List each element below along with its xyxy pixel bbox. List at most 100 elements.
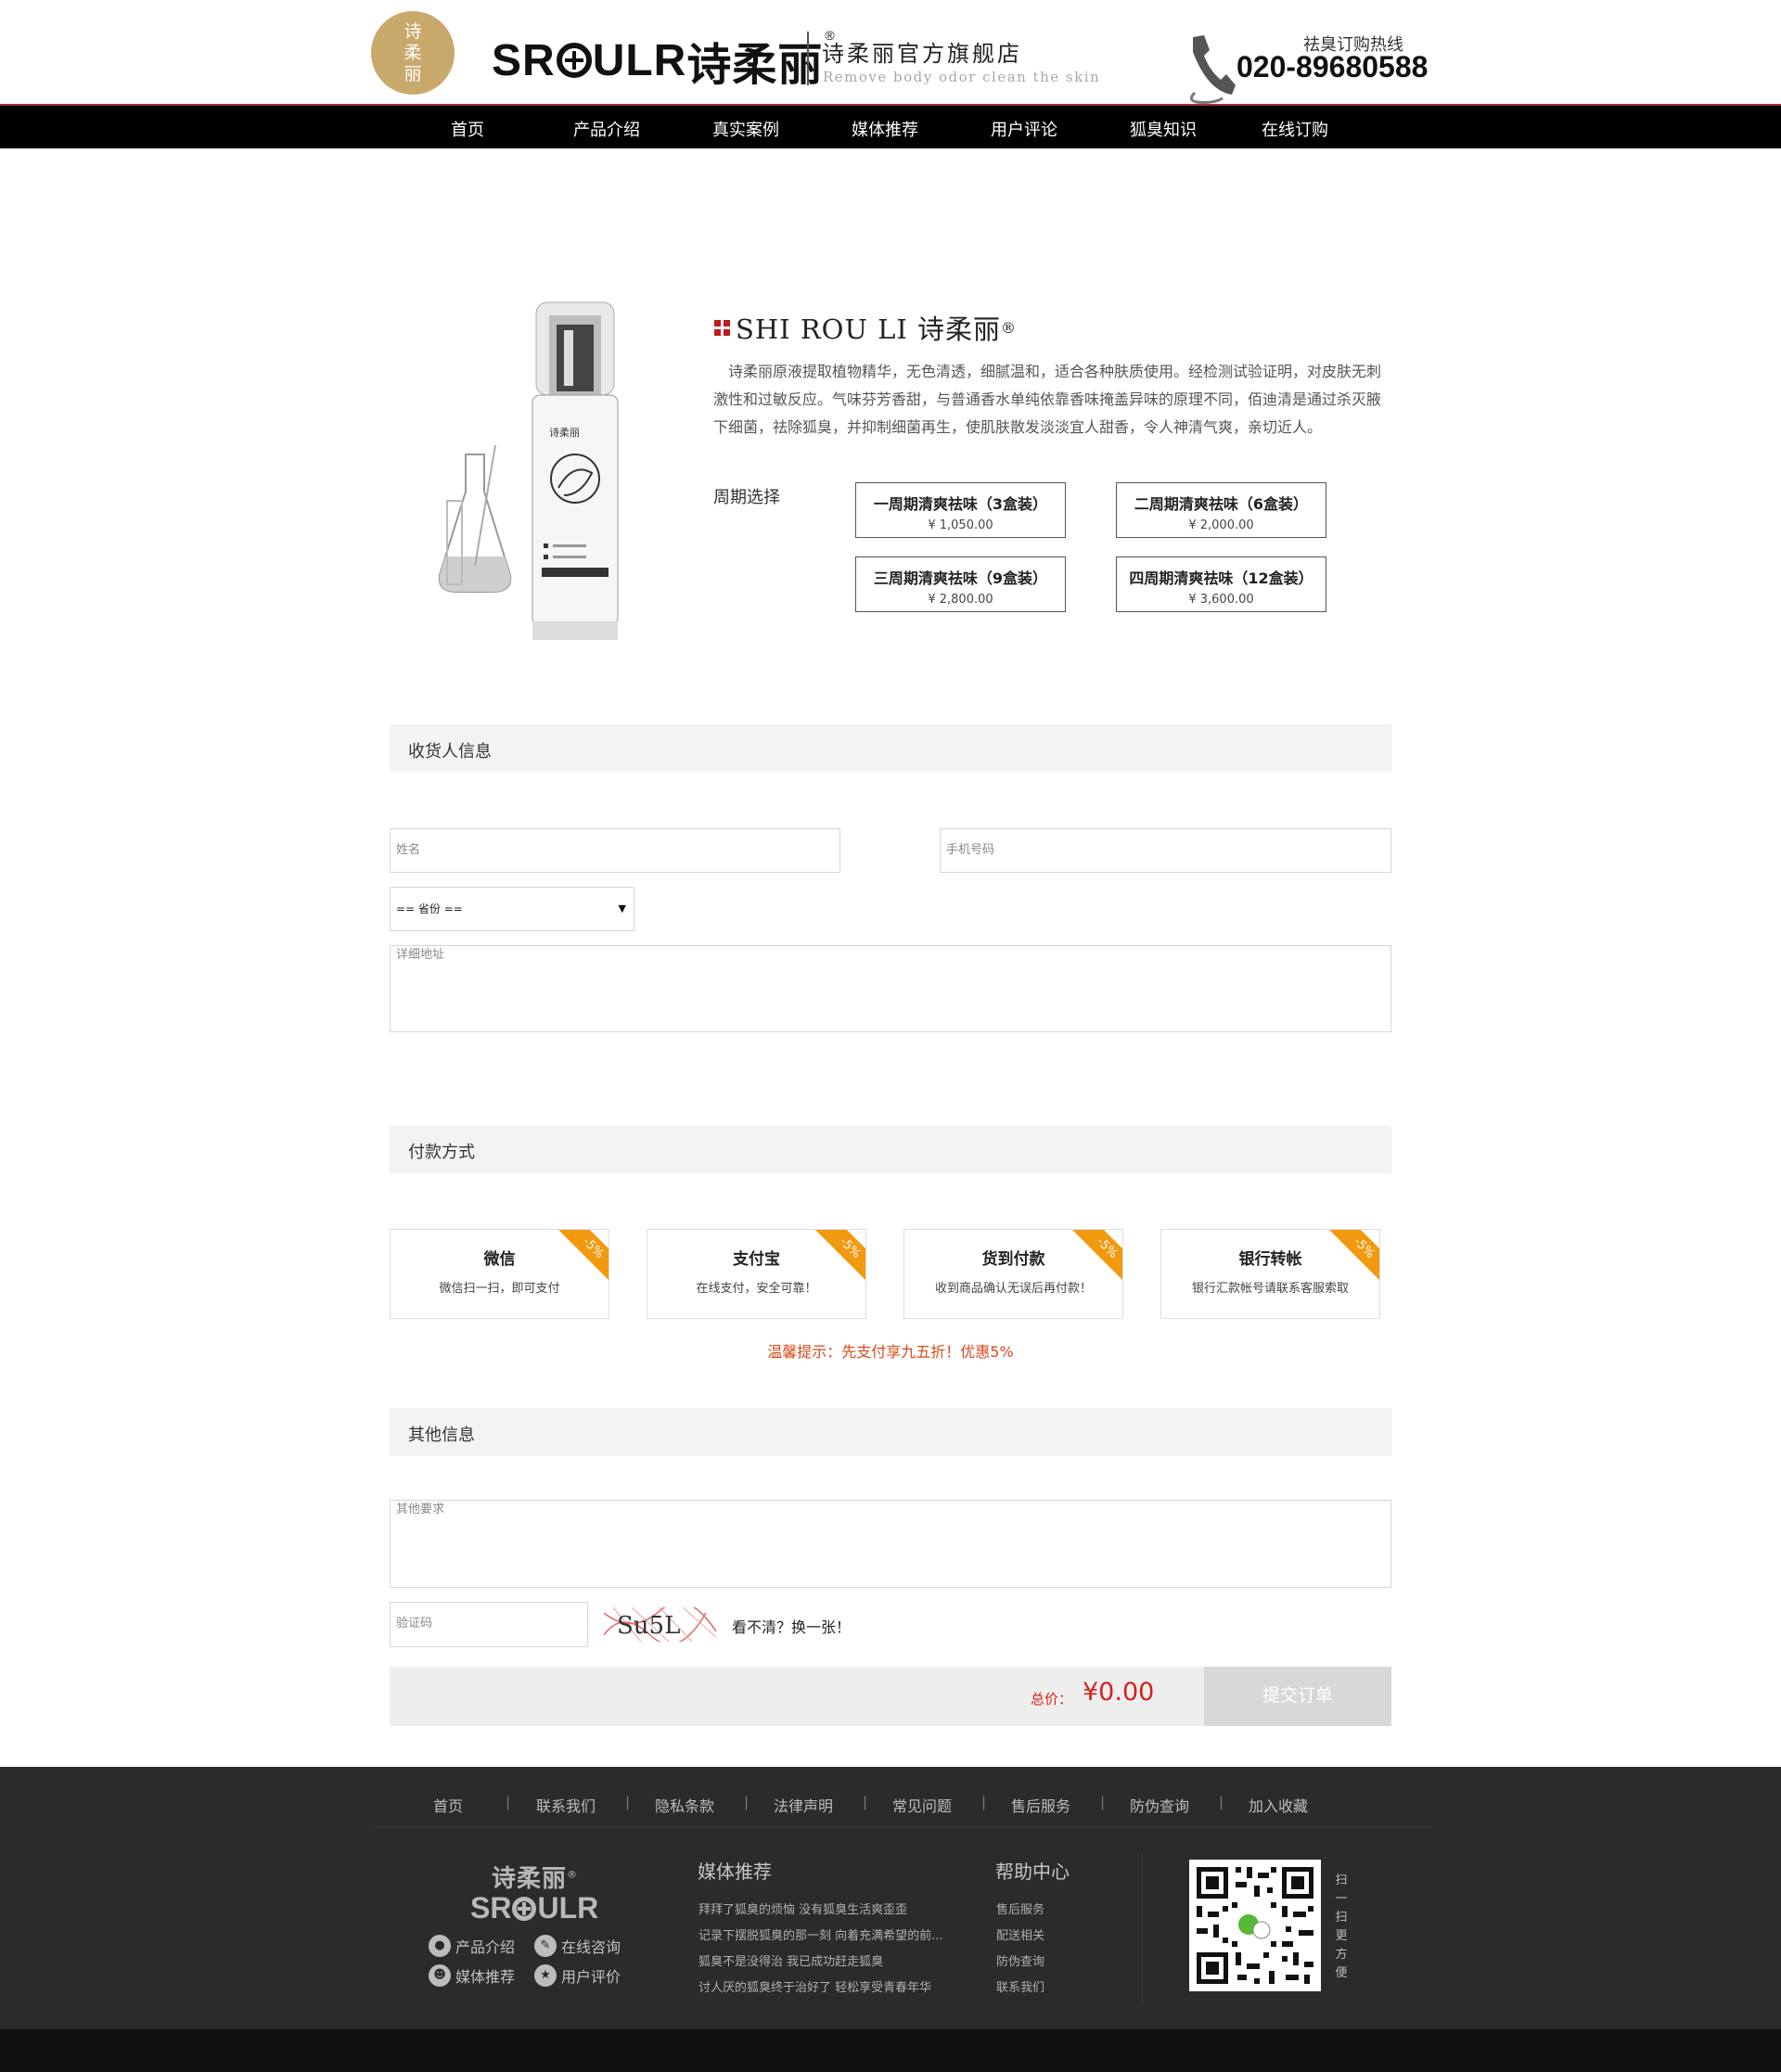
footer-logo-en: SR ULR [470,1891,598,1925]
dropdown-caret-icon: ▼ [618,902,626,914]
site-header: 诗 柔 丽 SR ULR 诗柔丽 ® 诗柔丽官方旗舰店 Remove body … [0,0,1781,106]
product-title-text: SHI ROU LI 诗柔丽 [736,313,1002,345]
footer-vertical-divider [1142,1852,1143,2005]
footer-logo-cn: 诗柔丽® [492,1860,578,1894]
crosshair-o-icon [556,43,592,78]
payment-title: 微信 [483,1250,516,1269]
submit-order-button[interactable]: 提交订单 [1204,1667,1391,1726]
package-price: ¥ 1,050.00 [928,518,993,532]
brand-cn: 诗柔丽 [686,41,824,90]
name-field[interactable]: 姓名 [390,828,840,873]
footer-media-item[interactable]: 拜拜了狐臭的烦恼 没有狐臭生活爽歪歪 [698,1899,907,1917]
footer-help-item[interactable]: 售后服务 [996,1899,1044,1917]
captcha-text: Su5L [617,1612,680,1640]
captcha-refresh-link[interactable]: 看不清？换一张！ [732,1615,851,1637]
footer-media-item[interactable]: 讨人厌的狐臭终于治好了 轻松享受青春年华 [698,1977,931,1995]
package-price: ¥ 2,000.00 [1188,518,1254,532]
footer-media-item[interactable]: 狐臭不是没得治 我已成功赶走狐臭 [698,1951,883,1969]
product-title: SHI ROU LI 诗柔丽 ® [714,308,1017,347]
period-label: 周期选择 [713,488,780,507]
footer-link-aftersales[interactable]: 售后服务 [1011,1794,1070,1816]
package-price: ¥ 2,800.00 [928,593,993,607]
payment-desc: 银行汇款帐号请联系客服索取 [1191,1282,1349,1296]
product-bottle-image: 诗柔丽 [438,301,619,640]
footer-help-item[interactable]: 配送相关 [996,1925,1044,1943]
footer-link-faq[interactable]: 常见问题 [892,1794,952,1816]
payment-title: 银行转帐 [1238,1250,1302,1269]
address-placeholder: 详细地址 [396,948,445,962]
footer-quick-reviews[interactable]: ★ 用户评价 [534,1964,621,1987]
hotline-number[interactable]: 020-89680588 [1236,50,1428,84]
footer-quick-consult[interactable]: ✎ 在线咨询 [534,1935,621,1957]
footer-media-item[interactable]: 记录下摆脱狐臭的那一刻 向着充满希望的前... [698,1925,943,1943]
crosshair-o-icon [512,1896,537,1921]
payment-option-wechat[interactable]: 微信 微信扫一扫，即可支付 -5% [390,1229,609,1319]
nav-item-home[interactable]: 首页 [451,117,484,141]
province-selected-value: == 省份 == [396,902,463,915]
other-section-title: 其他信息 [390,1408,1391,1456]
nav-item-order[interactable]: 在线订购 [1262,117,1328,141]
nav-item-products[interactable]: 产品介绍 [573,117,640,141]
footer-separator: | [506,1794,511,1810]
nav-item-knowledge[interactable]: 狐臭知识 [1130,117,1197,141]
brand-logo[interactable]: SR ULR 诗柔丽 ® [492,28,836,93]
package-price: ¥ 3,600.00 [1188,593,1254,607]
payment-option-cod[interactable]: 货到付款 收到商品确认无误后再付款！ -5% [903,1229,1123,1319]
phone-field[interactable]: 手机号码 [940,828,1391,873]
nav-item-cases[interactable]: 真实案例 [712,117,779,141]
payment-tip: 温馨提示：先支付享九五折！优惠5% [767,1343,1014,1361]
nav-item-reviews[interactable]: 用户评论 [991,117,1057,141]
package-option[interactable]: 二周期清爽祛味（6盒装） ¥ 2,000.00 [1116,482,1326,538]
footer-bottom-strip [0,2029,1781,2072]
payment-title: 支付宝 [733,1250,780,1269]
footer-link-legal[interactable]: 法律声明 [774,1794,833,1816]
captcha-image[interactable]: Su5L [604,1607,716,1642]
requirements-placeholder: 其他要求 [396,1503,445,1516]
wechat-qr-code [1189,1860,1321,1991]
footer-quick-products[interactable]: ● 产品介绍 [429,1935,515,1957]
brand-suffix: ULR [592,35,687,85]
footer-quick-media[interactable]: ☻ 媒体推荐 [429,1964,515,1987]
package-name: 一周期清爽祛味（3盒装） [873,495,1048,513]
svg-text:诗柔丽: 诗柔丽 [549,426,580,439]
footer-help-item[interactable]: 防伪查询 [996,1951,1044,1969]
package-option[interactable]: 一周期清爽祛味（3盒装） ¥ 1,050.00 [855,482,1066,538]
footer-link-contact[interactable]: 联系我们 [536,1794,596,1816]
address-field[interactable]: 详细地址 [390,945,1391,1032]
province-select[interactable]: == 省份 == ▼ [390,887,634,931]
order-total-bar: 总价： ¥0.00 提交订单 [390,1667,1391,1726]
footer-link-privacy[interactable]: 隐私条款 [655,1794,714,1816]
logo-badge[interactable]: 诗 柔 丽 [371,11,455,95]
footer-quick-label: 产品介绍 [455,1938,516,1956]
package-name: 四周期清爽祛味（12盒装） [1129,569,1313,587]
package-name: 二周期清爽祛味（6盒装） [1134,495,1309,513]
store-name: 诗柔丽官方旗舰店 [822,41,1022,67]
footer-separator: | [981,1794,987,1810]
package-option[interactable]: 三周期清爽祛味（9盒装） ¥ 2,800.00 [855,556,1066,612]
payment-option-bank[interactable]: 银行转帐 银行汇款帐号请联系客服索取 -5% [1160,1229,1380,1319]
receiver-section-title: 收货人信息 [390,724,1391,773]
phone-placeholder: 手机号码 [946,843,995,857]
footer-quick-label: 用户评价 [561,1968,621,1986]
package-name: 三周期清爽祛味（9盒装） [873,569,1048,587]
logo-char: 诗 [404,21,422,42]
chat-icon: ✎ [534,1935,557,1957]
captcha-placeholder: 验证码 [396,1617,433,1631]
package-option[interactable]: 四周期清爽祛味（12盒装） ¥ 3,600.00 [1116,556,1326,612]
footer-logo-mark: ® [567,1868,579,1881]
footer-link-bookmark[interactable]: 加入收藏 [1249,1794,1308,1816]
payment-section-title: 付款方式 [390,1125,1391,1173]
footer-help-item[interactable]: 联系我们 [996,1977,1044,1995]
payment-desc: 微信扫一扫，即可支付 [439,1282,560,1296]
name-placeholder: 姓名 [396,843,421,857]
payment-desc: 在线支付，安全可靠！ [696,1282,817,1296]
footer-link-home[interactable]: 首页 [433,1794,463,1816]
footer-logo-cn-text: 诗柔丽 [492,1865,568,1893]
payment-option-alipay[interactable]: 支付宝 在线支付，安全可靠！ -5% [647,1229,866,1319]
requirements-field[interactable]: 其他要求 [390,1500,1391,1588]
footer-link-verify[interactable]: 防伪查询 [1130,1794,1189,1816]
nav-item-media[interactable]: 媒体推荐 [852,117,918,141]
logo-char: 丽 [404,64,422,84]
captcha-field[interactable]: 验证码 [390,1602,588,1647]
footer-separator: | [625,1794,631,1810]
